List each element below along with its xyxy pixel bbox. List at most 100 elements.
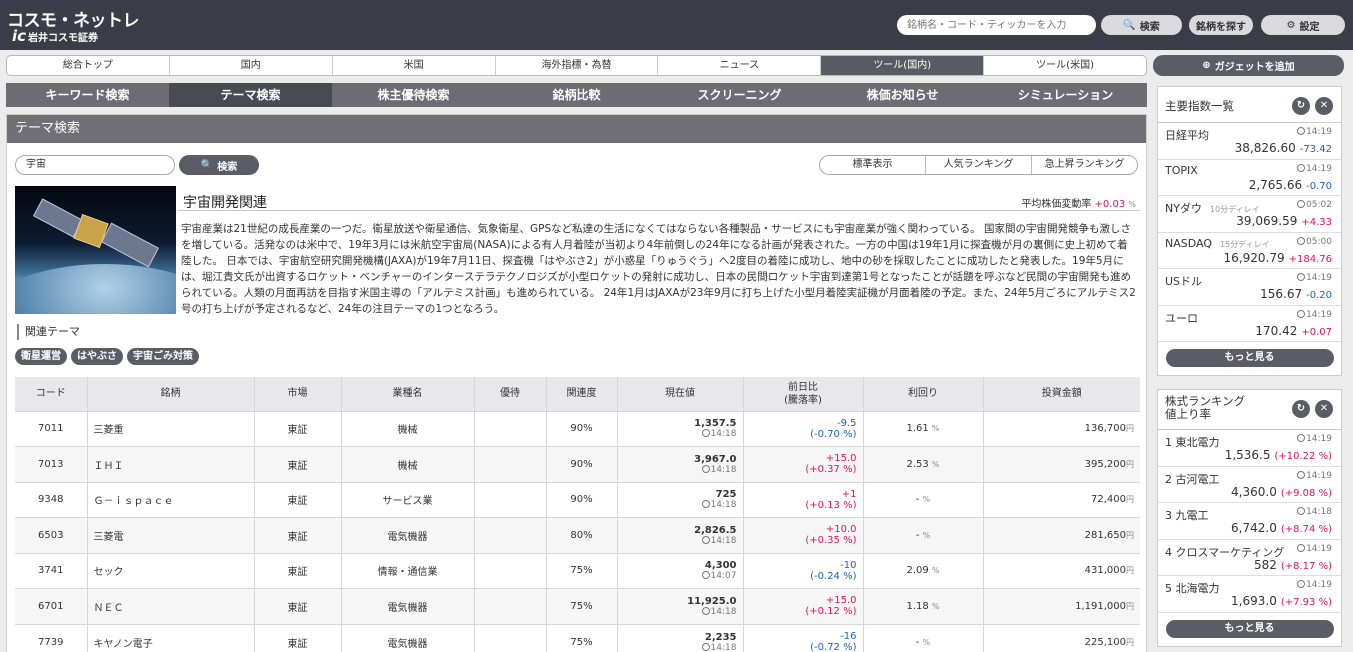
nav-tools-us[interactable]: ツール(米国) bbox=[984, 56, 1146, 75]
index-row[interactable]: 日経平均 14:19 38,826.60 -73.42 bbox=[1158, 123, 1341, 160]
tab-keyword-search[interactable]: キーワード検索 bbox=[6, 83, 169, 107]
index-row[interactable]: TOPIX 14:19 2,765.66 -0.70 bbox=[1158, 160, 1341, 196]
tab-simulation[interactable]: シミュレーション bbox=[984, 83, 1147, 107]
nav-news[interactable]: ニュース bbox=[658, 56, 822, 75]
theme-keyword-input[interactable]: 宇宙 bbox=[15, 155, 175, 175]
cell-industry: 情報・通信業 bbox=[341, 552, 475, 589]
symbol-search-input[interactable] bbox=[897, 15, 1096, 35]
indices-more-button[interactable]: もっと見る bbox=[1165, 349, 1334, 367]
cell-market: 東証 bbox=[254, 481, 342, 518]
index-row[interactable]: NYダウ 10分ディレイ 05:02 39,069.59 +4.33 bbox=[1158, 196, 1341, 233]
tab-screening[interactable]: スクリーニング bbox=[658, 83, 821, 107]
change-value: -9.5 bbox=[836, 417, 857, 429]
price-time-value: 14:18 bbox=[710, 464, 737, 475]
view-standard[interactable]: 標準表示 bbox=[820, 156, 926, 174]
tab-price-alert[interactable]: 株価お知らせ bbox=[821, 83, 984, 107]
settings-button[interactable]: ⚙ 設定 bbox=[1261, 15, 1345, 35]
cell-name[interactable]: ＩＨＩ bbox=[87, 446, 255, 482]
theme-search-button[interactable]: 🔍 検索 bbox=[179, 155, 259, 175]
ranking-time-value: 14:19 bbox=[1306, 434, 1332, 444]
ranking-change: (+7.93 %) bbox=[1280, 597, 1332, 608]
header-search-button[interactable]: 🔍 検索 bbox=[1101, 15, 1182, 35]
tab-theme-search[interactable]: テーマ検索 bbox=[169, 83, 332, 107]
close-icon[interactable]: ✕ bbox=[1315, 97, 1333, 115]
index-name: NASDAQ bbox=[1165, 236, 1213, 250]
th-price[interactable]: 現在値 bbox=[617, 377, 744, 411]
yield-value: 2.53 bbox=[906, 458, 929, 470]
yield-value: - bbox=[915, 636, 920, 648]
cell-code: 7739 bbox=[15, 623, 88, 652]
ranking-row[interactable]: 1 東北電力 14:19 1,536.5 (+10.22 %) bbox=[1158, 430, 1341, 467]
refresh-icon[interactable]: ↻ bbox=[1292, 400, 1310, 418]
ranking-row[interactable]: 5 北海電力 14:19 1,693.0 (+7.93 %) bbox=[1158, 576, 1341, 613]
nav-domestic[interactable]: 国内 bbox=[170, 56, 333, 75]
index-row[interactable]: USドル 14:19 156.67 -0.20 bbox=[1158, 269, 1341, 306]
table-row[interactable]: 7011 三菱重 東証 機械 90% 1,357.5 14:18 -9.5 (-0.70 %) 1… bbox=[15, 410, 1140, 447]
th-code[interactable]: コード bbox=[15, 377, 88, 411]
th-name[interactable]: 銘柄 bbox=[87, 377, 255, 411]
ranking-time: 14:19 bbox=[1297, 434, 1332, 444]
table-row[interactable]: 9348 Ｇ－ｉｓｐａｃｅ 東証 サービス業 90% 725 14:18 +1 (+0.13 %… bbox=[15, 481, 1140, 518]
th-relevance[interactable]: 関連度 bbox=[546, 377, 618, 411]
index-time: 14:19 bbox=[1297, 309, 1332, 320]
table-row[interactable]: 7013 ＩＨＩ 東証 機械 90% 3,967.0 14:18 +15.0 (+0.37 %)… bbox=[15, 446, 1140, 482]
ranking-value: 1,693.0 bbox=[1231, 594, 1277, 608]
price-time-value: 14:18 bbox=[710, 642, 737, 652]
table-row[interactable]: 7739 キヤノン電子 東証 電気機器 75% 2,235 14:18 -16 (-0.72 %… bbox=[15, 623, 1140, 652]
nav-top[interactable]: 総合トップ bbox=[7, 56, 170, 75]
index-value-box: 39,069.59 +4.33 bbox=[1236, 214, 1332, 228]
index-change: -0.20 bbox=[1306, 290, 1332, 301]
ranking-row[interactable]: 3 九電工 14:18 6,742.0 (+8.74 %) bbox=[1158, 503, 1341, 540]
index-time: 14:19 bbox=[1297, 163, 1332, 174]
ranking-row[interactable]: 2 古河電工 14:19 4,360.0 (+9.08 %) bbox=[1158, 467, 1341, 503]
find-stock-button[interactable]: 銘柄を探す bbox=[1189, 15, 1253, 35]
clock-icon bbox=[1297, 580, 1306, 588]
view-popular[interactable]: 人気ランキング bbox=[926, 156, 1032, 174]
cell-price: 2,826.5 14:18 bbox=[617, 517, 744, 553]
ranking-change: (+9.08 %) bbox=[1280, 487, 1332, 499]
cell-benefit bbox=[474, 481, 547, 518]
price-time: 14:18 bbox=[624, 429, 737, 439]
close-icon[interactable]: ✕ bbox=[1315, 400, 1333, 418]
tag-satellite[interactable]: 衛星運営 bbox=[15, 348, 67, 365]
cell-benefit bbox=[474, 623, 547, 652]
cell-name[interactable]: ＮＥＣ bbox=[87, 588, 255, 624]
th-benefit[interactable]: 優待 bbox=[474, 377, 547, 411]
index-row[interactable]: NASDAQ 15分ディレイ 05:00 16,920.79 +184.76 bbox=[1158, 233, 1341, 269]
tab-benefit-search[interactable]: 株主優待検索 bbox=[332, 83, 495, 107]
index-time-value: 14:19 bbox=[1306, 273, 1332, 283]
th-change[interactable]: 前日比 (騰落率) bbox=[743, 377, 864, 411]
index-value-box: 38,826.60 -73.42 bbox=[1235, 141, 1332, 155]
ranking-more-button[interactable]: もっと見る bbox=[1165, 619, 1334, 638]
table-row[interactable]: 6701 ＮＥＣ 東証 電気機器 75% 11,925.0 14:18 +15.0 (+0.12… bbox=[15, 588, 1140, 624]
tag-space-debris[interactable]: 宇宙ごみ対策 bbox=[127, 348, 199, 365]
table-row[interactable]: 6503 三菱電 東証 電気機器 80% 2,826.5 14:18 +10.0 (+0.35 … bbox=[15, 517, 1140, 553]
tab-compare[interactable]: 銘柄比較 bbox=[495, 83, 658, 107]
index-time: 05:02 bbox=[1297, 200, 1332, 210]
th-market[interactable]: 市場 bbox=[254, 377, 342, 411]
nav-us[interactable]: 米国 bbox=[333, 56, 496, 75]
nav-overseas[interactable]: 海外指標・為替 bbox=[496, 56, 659, 75]
th-industry[interactable]: 業種名 bbox=[341, 377, 475, 411]
clock-icon bbox=[1297, 163, 1306, 172]
cell-name[interactable]: キヤノン電子 bbox=[87, 623, 255, 652]
cell-name[interactable]: セック bbox=[87, 552, 255, 589]
add-gadget-button[interactable]: ⊕ ガジェットを追加 bbox=[1153, 55, 1344, 76]
cell-yield: 1.18 % bbox=[863, 588, 984, 624]
th-yield[interactable]: 利回り bbox=[863, 377, 984, 411]
cell-name[interactable]: Ｇ－ｉｓｐａｃｅ bbox=[87, 481, 255, 518]
view-rising[interactable]: 急上昇ランキング bbox=[1032, 156, 1137, 174]
tag-hayabusa[interactable]: はやぶさ bbox=[71, 348, 123, 365]
index-row[interactable]: ユーロ 14:19 170.42 +0.07 bbox=[1158, 306, 1341, 342]
cell-name[interactable]: 三菱重 bbox=[87, 410, 255, 447]
index-time: 05:00 bbox=[1297, 236, 1332, 247]
ranking-row[interactable]: 4 クロスマーケティング 14:19 582 (+8.17 %) bbox=[1158, 540, 1341, 576]
refresh-icon[interactable]: ↻ bbox=[1292, 97, 1310, 115]
index-time-value: 05:02 bbox=[1306, 200, 1332, 210]
cell-name[interactable]: 三菱電 bbox=[87, 517, 255, 553]
price-value: 3,967.0 bbox=[694, 453, 737, 465]
nav-tools-domestic[interactable]: ツール(国内) bbox=[821, 56, 985, 75]
change-value: -10 bbox=[840, 559, 857, 571]
table-row[interactable]: 3741 セック 東証 情報・通信業 75% 4,300 14:07 -10 (-0.24 %)… bbox=[15, 552, 1140, 589]
th-investment[interactable]: 投資金額 bbox=[983, 377, 1140, 411]
